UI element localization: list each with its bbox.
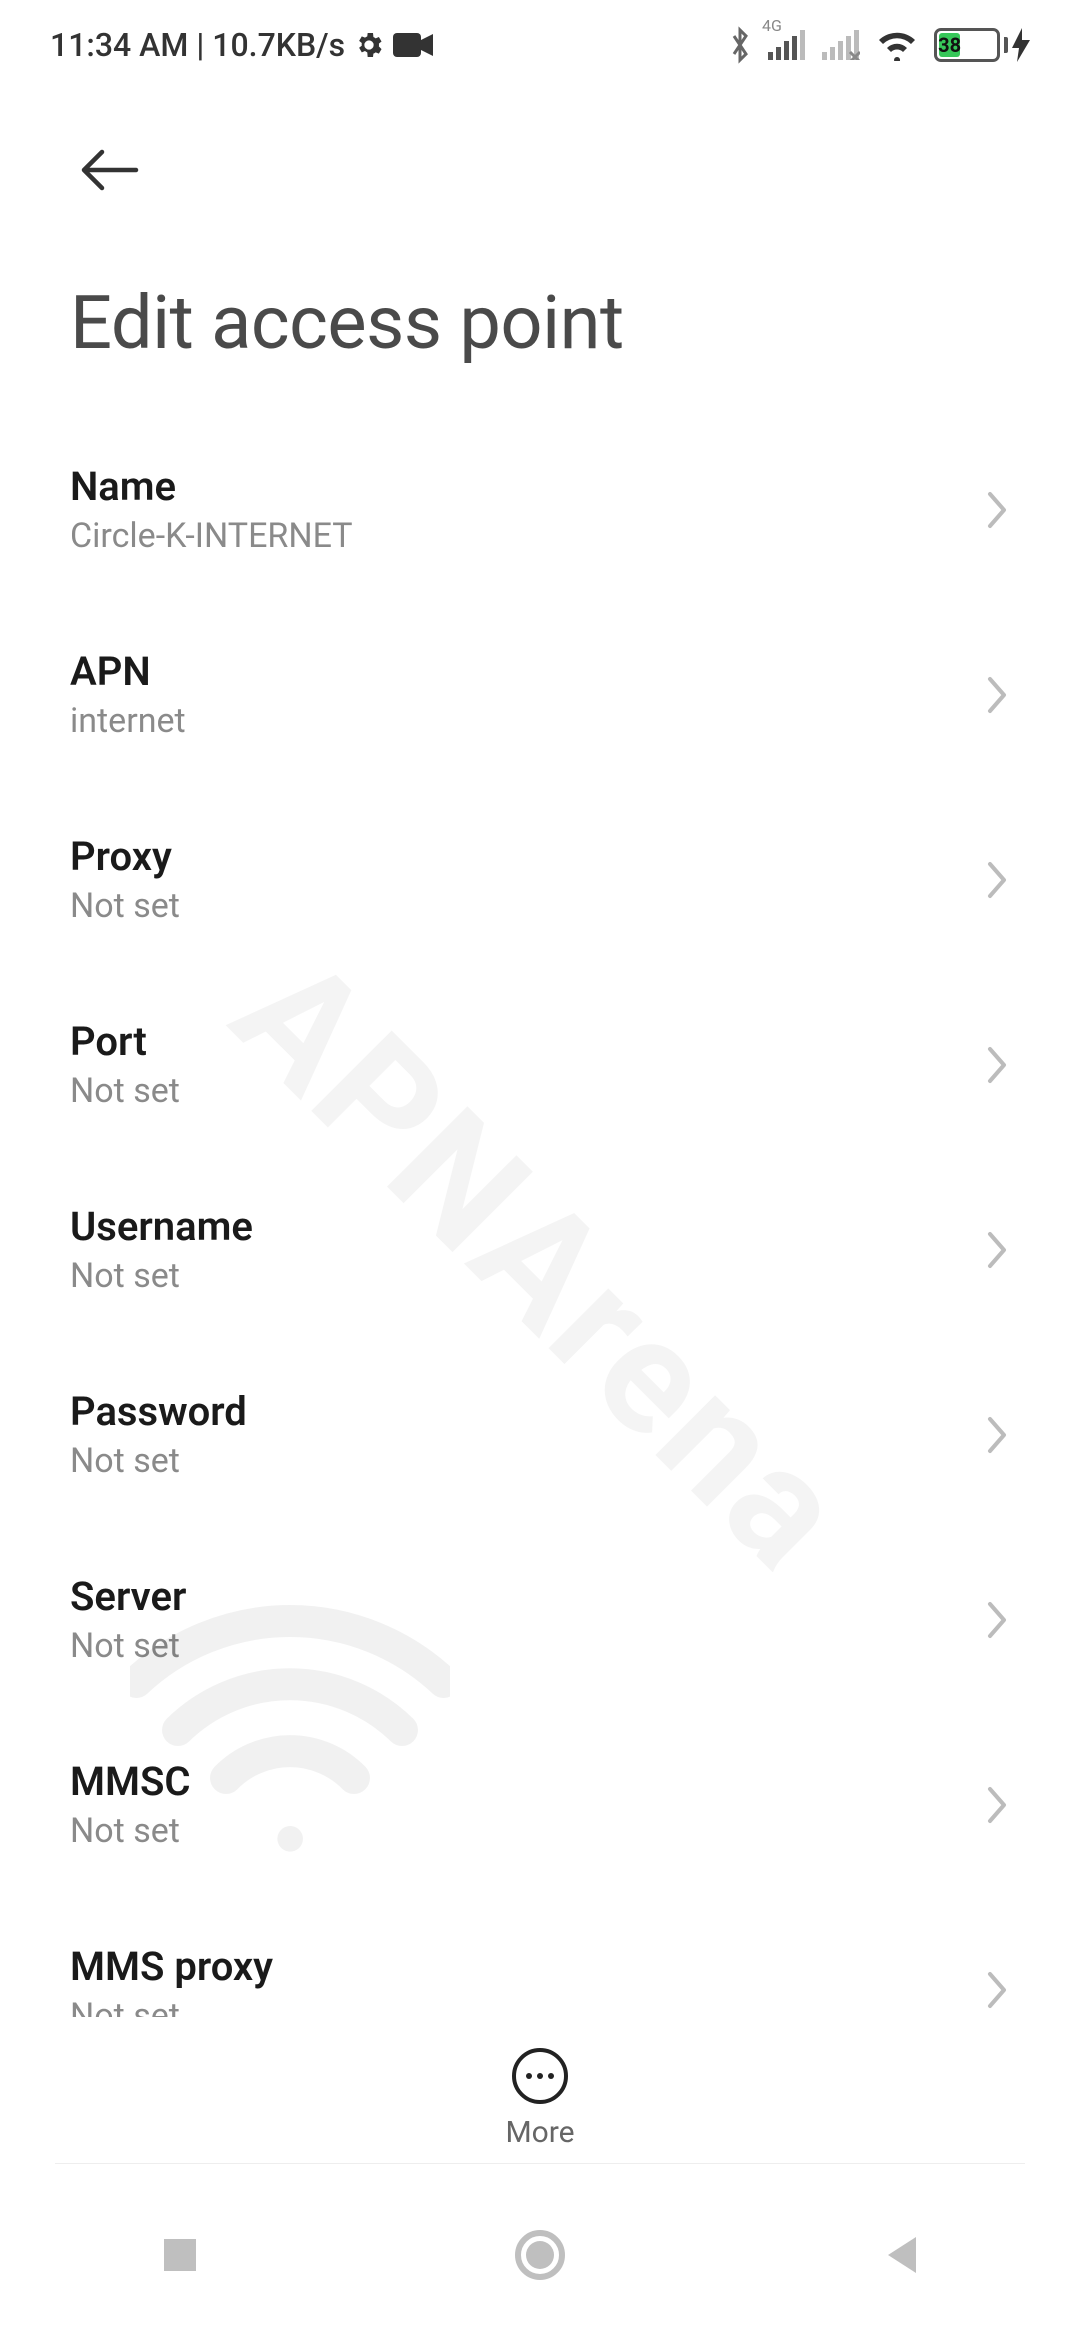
video-camera-icon (393, 31, 433, 59)
gear-icon (353, 29, 385, 61)
circle-icon (514, 2229, 566, 2281)
bottom-divider (55, 2163, 1025, 2164)
signal-4g-label: 4G (762, 16, 782, 35)
page-title: Edit access point (70, 280, 1010, 367)
more-button[interactable]: More (0, 2017, 1080, 2150)
status-net-speed: 10.7KB/s (212, 26, 345, 64)
chevron-right-icon (984, 488, 1010, 532)
field-row-username[interactable]: Username Not set (70, 1157, 1010, 1342)
chevron-right-icon (984, 673, 1010, 717)
more-icon (511, 2047, 569, 2105)
field-label: Password (70, 1388, 247, 1435)
field-row-apn[interactable]: APN internet (70, 602, 1010, 787)
system-nav-bar (0, 2170, 1080, 2340)
status-bar: 11:34 AM | 10.7KB/s 4G 38 (0, 0, 1080, 90)
chevron-right-icon (984, 1968, 1010, 2012)
signal-icon-sim1: 4G (768, 30, 806, 60)
chevron-right-icon (984, 1043, 1010, 1087)
wifi-icon (876, 29, 918, 61)
field-value: Not set (70, 1256, 253, 1296)
field-label: Name (70, 463, 353, 510)
field-value: Not set (70, 886, 180, 926)
field-label: MMS proxy (70, 1943, 273, 1990)
field-label: APN (70, 648, 186, 695)
field-label: Username (70, 1203, 253, 1250)
chevron-right-icon (984, 1228, 1010, 1272)
field-value: Circle-K-INTERNET (70, 516, 353, 556)
square-icon (160, 2235, 200, 2275)
status-separator: | (196, 26, 204, 64)
field-value: internet (70, 701, 186, 741)
arrow-left-icon (78, 146, 142, 194)
chevron-right-icon (984, 1598, 1010, 1642)
charging-icon (1012, 28, 1030, 62)
nav-home-button[interactable] (505, 2220, 575, 2290)
field-value: Not set (70, 1071, 180, 1111)
watermark-wifi-icon (130, 1600, 450, 1860)
back-button[interactable] (70, 130, 150, 210)
chevron-right-icon (984, 1413, 1010, 1457)
field-row-port[interactable]: Port Not set (70, 972, 1010, 1157)
status-time: 11:34 AM (50, 26, 188, 64)
battery-indicator: 38 (934, 28, 1030, 62)
nav-back-button[interactable] (865, 2220, 935, 2290)
field-value: Not set (70, 1441, 247, 1481)
chevron-right-icon (984, 858, 1010, 902)
chevron-right-icon (984, 1783, 1010, 1827)
signal-icon-sim2 (822, 30, 860, 60)
field-label: Port (70, 1018, 180, 1065)
bluetooth-icon (728, 26, 752, 64)
field-row-proxy[interactable]: Proxy Not set (70, 787, 1010, 972)
field-label: Proxy (70, 833, 180, 880)
field-row-password[interactable]: Password Not set (70, 1342, 1010, 1527)
more-label: More (505, 2115, 574, 2150)
field-row-name[interactable]: Name Circle-K-INTERNET (70, 417, 1010, 602)
nav-recent-button[interactable] (145, 2220, 215, 2290)
triangle-left-icon (880, 2233, 920, 2277)
